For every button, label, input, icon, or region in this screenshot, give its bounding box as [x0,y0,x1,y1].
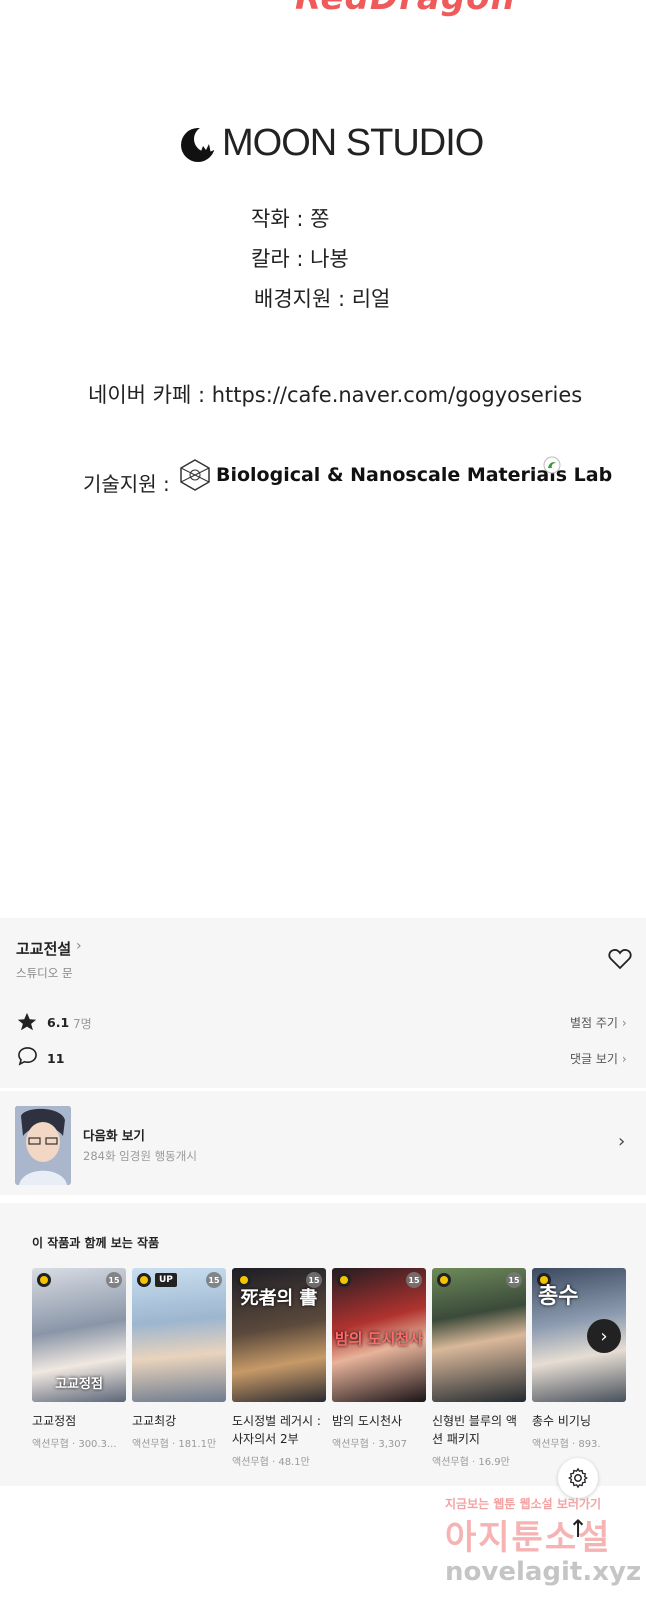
age-rating-badge: 15 [406,1272,422,1288]
cafe-link-text: 네이버 카페 : https://cafe.naver.com/gogyoser… [88,383,583,407]
card-title: 총수 비기닝 [532,1414,592,1428]
cover-image: 15 고교정점 [32,1268,126,1402]
gear-icon [568,1467,588,1489]
card-meta: 액션무협 · 48.1만 [232,1457,310,1468]
cover-image: 15 死者의 書 [232,1268,326,1402]
cover-title-text: 死者의 書 [240,1288,318,1309]
webtoon-title[interactable]: 고교전설 [16,938,71,959]
cover-image: 15 [432,1268,526,1402]
webtoon-info-panel: 고교전설 › 스튜디오 문 6.1 7명 별점 주기 › 11 댓글 보기 › [0,918,646,1088]
moon-studio-logo: MOON STUDIO [178,122,484,165]
cover-title-text: 총수 [538,1284,579,1309]
rate-button[interactable]: 별점 주기 › [570,1014,627,1031]
cover-image: 15 밤의 도시천사 [332,1268,426,1402]
cover-title-text: 밤의 도시천사 [334,1330,424,1348]
recommendation-card[interactable]: 총수 총수 비기닝 액션무협 · 893. [532,1268,626,1450]
recommendation-card[interactable]: 15 死者의 書 도시정벌 레거시 : 사자의서 2부 액션무협 · 48.1만 [232,1268,326,1468]
clock-icon [137,1273,151,1287]
cover-title-text: 고교정점 [55,1377,103,1392]
credit-color: 칼라 : 나봉 [251,247,349,271]
chevron-right-icon: › [621,1016,627,1030]
recommendation-card[interactable]: 15 신형빈 블루의 액션 패키지 액션무협 · 16.9만 [432,1268,526,1468]
scroll-right-button[interactable]: › [587,1319,621,1353]
card-title: 밤의 도시천사 [332,1414,403,1428]
watermark-url: novelagit.xyz [445,1557,642,1587]
card-title: 도시정벌 레거시 : 사자의서 2부 [232,1414,321,1446]
clock-icon [337,1273,351,1287]
heart-icon[interactable] [608,948,632,970]
top-logo-fragment: RedDragon [295,0,516,18]
recommendation-card[interactable]: UP 15 고교최강 액션무협 · 181.1만 [132,1268,226,1450]
chevron-right-icon: › [621,1052,627,1066]
chevron-right-icon: › [618,1131,626,1152]
clock-icon [37,1273,51,1287]
comments-button-label: 댓글 보기 [570,1052,618,1066]
up-badge: UP [155,1273,177,1287]
credit-artist: 작화 : 쫑 [251,207,330,231]
clock-icon [437,1273,451,1287]
card-meta: 액션무협 · 16.9만 [432,1457,510,1468]
next-episode-label: 다음화 보기 [83,1128,145,1143]
recommendations-heading: 이 작품과 함께 보는 작품 [32,1236,160,1250]
recommendations-panel: 이 작품과 함께 보는 작품 15 고교정점 고교정점 액션무협 · 300.3… [0,1203,646,1486]
card-meta: 액션무협 · 300.3... [32,1439,117,1450]
age-rating-badge: 15 [506,1272,522,1288]
card-meta: 액션무협 · 3,307 [332,1439,407,1450]
next-episode-subtitle: 284화 임경원 행동개시 [83,1149,197,1163]
tech-support-label: 기술지원 : [83,472,170,496]
comments-button[interactable]: 댓글 보기 › [570,1050,627,1067]
lab-badge-icon [543,456,561,474]
lab-emblem-icon [180,459,210,491]
cover-image: UP 15 [132,1268,226,1402]
comment-count: 11 [47,1051,65,1066]
star-icon [17,1012,37,1031]
author-name[interactable]: 스튜디오 문 [16,965,73,981]
chevron-right-icon: › [600,1325,608,1347]
next-episode-thumbnail [15,1106,71,1185]
scroll-to-top-button[interactable]: ↑ [568,1515,588,1543]
recommendation-card[interactable]: 15 고교정점 고교정점 액션무협 · 300.3... [32,1268,126,1450]
card-meta: 액션무협 · 893. [532,1439,601,1450]
settings-button[interactable] [558,1458,598,1498]
card-meta: 액션무협 · 181.1만 [132,1439,217,1450]
recommendation-card[interactable]: 15 밤의 도시천사 밤의 도시천사 액션무협 · 3,307 [332,1268,426,1450]
character-face-image [15,1106,71,1185]
chevron-right-icon[interactable]: › [76,938,82,954]
card-title: 고교최강 [132,1414,177,1428]
credit-background: 배경지원 : 리얼 [254,287,391,311]
age-rating-badge: 15 [106,1272,122,1288]
moon-icon [181,125,218,162]
card-title: 신형빈 블루의 액션 패키지 [432,1414,517,1446]
age-rating-badge: 15 [206,1272,222,1288]
card-title: 고교정점 [32,1414,77,1428]
next-episode-row[interactable]: 다음화 보기 284화 임경원 행동개시 › [0,1091,646,1195]
rating-value: 6.1 [47,1015,70,1030]
comment-icon [18,1047,37,1066]
studio-name: MOON STUDIO [222,122,484,164]
rater-count: 7명 [73,1017,92,1031]
arrow-up-icon: ↑ [568,1515,589,1543]
rate-button-label: 별점 주기 [570,1016,618,1030]
